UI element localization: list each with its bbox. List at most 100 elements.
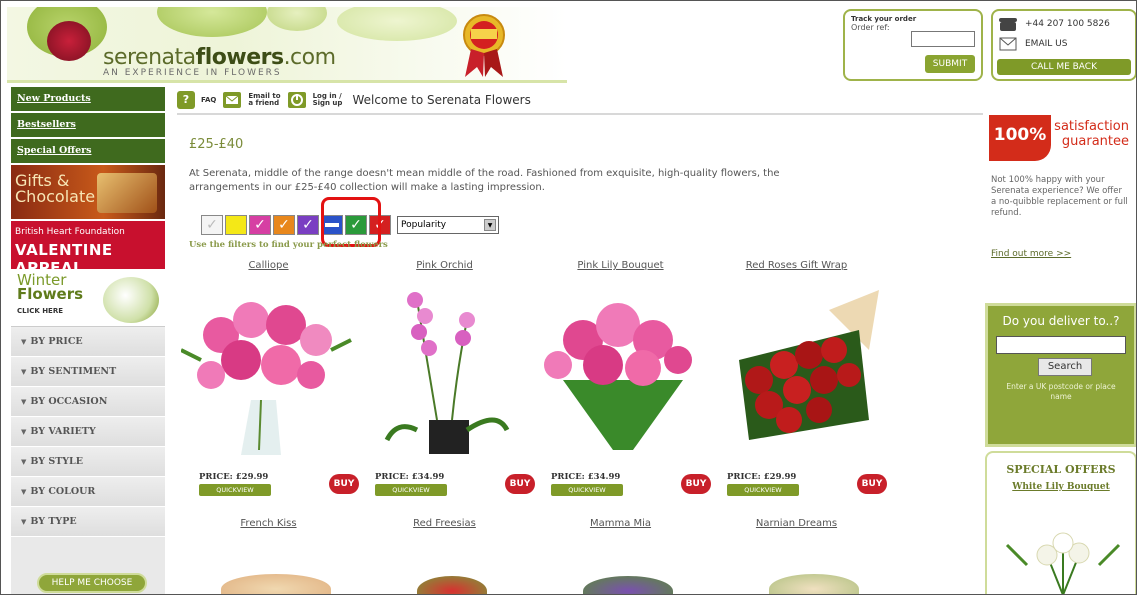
filter-by-type[interactable]: ▼ BY TYPE [11,507,165,537]
buy-button[interactable]: BUY [329,474,359,494]
postcode-input[interactable] [996,336,1126,354]
product-name-link[interactable]: Calliope [181,260,356,274]
buy-button[interactable]: BUY [681,474,711,494]
nav-link-bestsellers[interactable]: Bestsellers [11,113,165,139]
filter-pink-checkbox[interactable]: ✓ [249,215,271,235]
delivery-check-box: Do you deliver to..? Search Enter a UK p… [985,303,1136,447]
leaf-decoration [337,7,457,41]
winter-line3: CLICK HERE [17,307,64,315]
faq-icon[interactable]: ? [177,91,195,109]
product-price: PRICE: £29.99 [727,472,797,482]
satisfaction-guarantee: 100% satisfaction guarantee Not 100% happ… [989,115,1131,275]
email-row[interactable]: EMAIL US [999,37,1067,51]
product-image[interactable] [357,280,532,460]
quickview-button[interactable]: QUICKVIEW [199,484,271,496]
email-friend-link[interactable]: Email to a friend [248,93,280,107]
nav-link-special-offers[interactable]: Special Offers [11,139,165,165]
winter-bouquet-image [103,277,159,323]
quickview-button[interactable]: QUICKVIEW [375,484,447,496]
product-card: Narnian Dreams [709,518,884,594]
product-name-link[interactable]: Red Roses Gift Wrap [709,260,884,274]
product-image[interactable] [583,576,673,594]
filter-by-style[interactable]: ▼ BY STYLE [11,447,165,477]
product-image[interactable] [533,280,708,460]
right-column: 100% satisfaction guarantee Not 100% happ… [985,87,1137,595]
filter-hint: Use the filters to find your perfect flo… [189,240,388,250]
product-card: Pink Orchid PRICE: £34.99 QUICKVIEW BUY [357,260,535,496]
special-product-image[interactable] [987,515,1137,595]
product-card: Calliope PRICE: £29.99 QUICKVIEW BUY [181,260,359,496]
main-content: ? FAQ Email to a friend Log in / Sign up W… [177,87,983,594]
filter-white-checkbox[interactable]: ✓ [201,215,223,235]
product-name-link[interactable]: Mamma Mia [533,518,708,529]
header-banner: serenataflowers.com AN EXPERIENCE IN FLO… [7,7,567,83]
nav-link-new-products[interactable]: New Products [11,87,165,113]
product-image[interactable] [221,574,331,594]
product-name-link[interactable]: French Kiss [181,518,356,529]
product-image[interactable] [709,280,884,460]
filter-yellow-checkbox[interactable] [225,215,247,235]
bhf-line1: British Heart Foundation [15,227,125,237]
filter-by-occasion[interactable]: ▼ BY OCCASION [11,387,165,417]
login-icon[interactable] [287,91,307,109]
contact-box: +44 207 100 5826 EMAIL US CALL ME BACK [991,9,1136,81]
logo-text: serenataflowers.com [103,45,336,70]
filter-by-price[interactable]: ▼ BY PRICE [11,327,165,357]
triangle-down-icon: ▼ [21,457,27,466]
submit-button[interactable]: SUBMIT [925,55,975,73]
filter-purple-checkbox[interactable]: ✓ [297,215,319,235]
product-name-link[interactable]: Pink Orchid [357,260,532,274]
call-me-back-button[interactable]: CALL ME BACK [997,59,1131,75]
header: serenataflowers.com AN EXPERIENCE IN FLO… [7,7,1136,83]
buy-button[interactable]: BUY [857,474,887,494]
filter-by-colour[interactable]: ▼ BY COLOUR [11,477,165,507]
order-ref-input[interactable] [911,31,975,47]
product-name-link[interactable]: Narnian Dreams [709,518,884,529]
guarantee-heading: satisfaction guarantee [1054,119,1129,149]
special-offers-box: SPECIAL OFFERS White Lily Bouquet [985,451,1137,595]
award-badge-icon [463,14,505,77]
find-out-more-link[interactable]: Find out more >> [991,249,1071,259]
product-card: Red Roses Gift Wrap PRICE: £29.99 QUICKV… [709,260,887,496]
sort-select[interactable]: Popularity ▼ [397,216,499,234]
faq-link[interactable]: FAQ [201,96,216,104]
product-image[interactable] [417,576,487,594]
guarantee-text: Not 100% happy with your Serenata experi… [991,175,1128,218]
delivery-hint: Enter a UK postcode or place name [1006,382,1116,401]
quickview-button[interactable]: QUICKVIEW [551,484,623,496]
bhf-valentine-banner[interactable]: British Heart Foundation VALENTINE APPEA… [11,221,165,277]
email-friend-icon[interactable] [222,91,242,109]
product-card: Pink Lily Bouquet PRICE: £34.99 QUICKVIE… [533,260,711,496]
winter-flowers-banner[interactable]: Winter Flowers CLICK HERE [11,271,165,327]
email-us-link[interactable]: EMAIL US [1025,39,1067,49]
search-button[interactable]: Search [1038,358,1092,376]
phone-row: +44 207 100 5826 [999,17,1110,31]
help-me-choose-button[interactable]: HELP ME CHOOSE [37,573,147,593]
page-title: £25-£40 [189,137,244,152]
login-link[interactable]: Log in / Sign up [313,93,343,107]
product-name-link[interactable]: Red Freesias [357,518,532,529]
logo[interactable]: serenataflowers.com AN EXPERIENCE IN FLO… [103,45,336,78]
filter-by-variety[interactable]: ▼ BY VARIETY [11,417,165,447]
winter-line2: Flowers [17,285,84,303]
product-price: PRICE: £34.99 [375,472,445,482]
triangle-down-icon: ▼ [21,427,27,436]
top-toolbar: ? FAQ Email to a friend Log in / Sign up W… [177,87,983,115]
product-name-link[interactable]: Pink Lily Bouquet [533,260,708,274]
filter-orange-checkbox[interactable]: ✓ [273,215,295,235]
phone-icon [999,18,1017,31]
phone-number: +44 207 100 5826 [1025,19,1110,29]
filter-by-sentiment[interactable]: ▼ BY SENTIMENT [11,357,165,387]
intro-text: At Serenata, middle of the range doesn't… [189,168,780,193]
gifts-chocolate-banner[interactable]: Gifts & Chocolate [11,165,165,221]
track-order-box: Track your order Order ref: SUBMIT [843,9,983,81]
triangle-down-icon: ▼ [21,397,27,406]
triangle-down-icon: ▼ [21,337,27,346]
product-image[interactable] [181,280,356,460]
special-product-link[interactable]: White Lily Bouquet [987,482,1135,492]
product-card: Mamma Mia [533,518,708,594]
quickview-button[interactable]: QUICKVIEW [727,484,799,496]
product-image[interactable] [769,574,859,594]
product-price: PRICE: £34.99 [551,472,621,482]
buy-button[interactable]: BUY [505,474,535,494]
